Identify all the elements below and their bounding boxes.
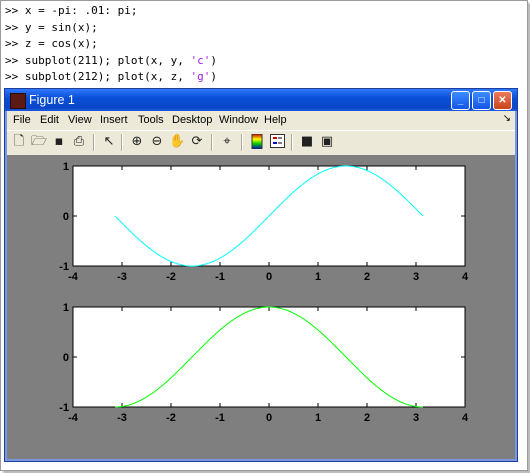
prompt: >> (5, 70, 25, 83)
x-tick-label: 0 (266, 412, 272, 424)
screenshot-frame: >> x = -pi: .01: pi; >> y = sin(x); >> z =… (0, 0, 528, 471)
maximize-button[interactable]: □ (472, 91, 491, 110)
menu-bar: File Edit View Insert Tools Desktop Wind… (7, 111, 515, 130)
prompt: >> (5, 37, 25, 50)
save-icon[interactable]: ▪ (51, 134, 67, 150)
y-tick-label: -1 (59, 261, 69, 273)
command-tail: ) (210, 53, 217, 67)
figure-window[interactable]: Figure 1 _ □ ✕ File Edit View Insert Too… (4, 88, 518, 462)
menu-tools[interactable]: Tools (138, 114, 164, 126)
x-tick-label: -1 (215, 271, 225, 283)
subplot-area: -4 -3 -2 -1 0 1 2 3 410-1-4 -3 -2 -1 0 1 2 3 410-1 (59, 161, 469, 424)
toolbar-separator (291, 134, 293, 151)
pan-hand-icon[interactable]: ✋ (169, 134, 185, 150)
new-file-icon[interactable]: 🗋 (11, 134, 27, 150)
rotate-3d-icon[interactable]: ⟳ (189, 134, 205, 150)
x-tick-label: 4 (462, 271, 469, 283)
data-cursor-icon[interactable]: ⌖ (219, 134, 235, 150)
x-tick-label: 3 (413, 271, 419, 283)
menu-window[interactable]: Window (219, 114, 258, 126)
show-plot-tools-icon[interactable]: ▣ (319, 134, 335, 150)
menu-desktop[interactable]: Desktop (172, 114, 212, 126)
pointer-icon[interactable]: ↖ (101, 134, 117, 150)
x-tick-label: 4 (462, 412, 469, 424)
figure-canvas[interactable]: -4 -3 -2 -1 0 1 2 3 4 1 0 -1 -4 -3 -2 -1 0 1 2 3 4 1 0 -1 (7, 155, 515, 459)
toolbar-separator (121, 134, 123, 151)
command-line: >> y = sin(x); (5, 20, 515, 37)
menu-help[interactable]: Help (264, 114, 287, 126)
menu-edit[interactable]: Edit (40, 114, 59, 126)
menu-file[interactable]: File (13, 114, 31, 126)
x-tick-label: 2 (364, 271, 370, 283)
hide-plot-tools-icon[interactable]: ■ (299, 134, 315, 150)
y-tick-label: 0 (63, 352, 69, 364)
x-tick-label: -4 (68, 271, 79, 283)
y-tick-label: 0 (63, 211, 69, 223)
prompt: >> (5, 4, 25, 17)
close-button[interactable]: ✕ (493, 91, 512, 110)
command-line: >> z = cos(x); (5, 36, 515, 53)
command-code: subplot(211); plot(x, y, (24, 53, 191, 67)
prompt: >> (5, 53, 25, 67)
menu-insert[interactable]: Insert (100, 114, 128, 126)
toolbar-separator (211, 134, 213, 151)
colorbar-icon[interactable] (249, 133, 265, 150)
y-tick-label: 1 (63, 302, 69, 314)
command-code: y = sin(x); (24, 20, 98, 34)
string-literal: 'g' (190, 70, 211, 83)
matlab-logo-icon (10, 93, 26, 109)
command-line: >> subplot(212); plot(x, z, 'g') (5, 69, 515, 86)
legend-icon[interactable] (269, 134, 285, 150)
figure-toolbar: 🗋 🗁 ▪ ⎙ ↖ ⊕ ⊖ ✋ ⟳ ⌖ ■ ▣ (7, 130, 515, 156)
zoom-in-icon[interactable]: ⊕ (129, 134, 145, 150)
x-tick-label: -3 (117, 271, 127, 283)
x-tick-label: 0 (266, 271, 272, 283)
x-tick-label: 1 (315, 271, 321, 283)
open-folder-icon[interactable]: 🗁 (31, 134, 47, 150)
x-tick-label: -1 (215, 412, 225, 424)
menu-view[interactable]: View (68, 114, 92, 126)
title-bar[interactable]: Figure 1 _ □ ✕ (5, 89, 517, 111)
x-tick-label: -2 (166, 412, 176, 424)
x-tick-label: 3 (413, 412, 419, 424)
minimize-button[interactable]: _ (451, 91, 470, 110)
y-tick-label: -1 (59, 402, 69, 414)
window-title: Figure 1 (29, 93, 75, 107)
x-tick-label: 2 (364, 412, 370, 424)
x-tick-label: -2 (166, 271, 176, 283)
axes-2 (72, 306, 466, 408)
command-code: x = -pi: .01: pi; (24, 4, 138, 17)
string-literal: 'c' (190, 53, 211, 67)
x-tick-label: -4 (68, 412, 79, 424)
zoom-out-icon[interactable]: ⊖ (149, 134, 165, 150)
x-tick-label: 1 (315, 412, 321, 424)
matlab-command-window[interactable]: >> x = -pi: .01: pi; >> y = sin(x); >> z =… (5, 3, 515, 86)
command-line: >> subplot(211); plot(x, y, 'c') (5, 53, 515, 70)
print-icon[interactable]: ⎙ (71, 134, 87, 150)
x-tick-label: -3 (117, 412, 127, 424)
command-code: z = cos(x); (24, 37, 98, 50)
y-tick-label: 1 (63, 161, 69, 173)
prompt: >> (5, 20, 25, 34)
command-tail: ) (210, 70, 217, 83)
toolbar-separator (241, 134, 243, 151)
dock-figure-icon[interactable]: ↘ (503, 113, 511, 124)
command-line: >> x = -pi: .01: pi; (5, 3, 515, 20)
toolbar-separator (93, 134, 95, 151)
command-code: subplot(212); plot(x, z, (24, 70, 191, 83)
